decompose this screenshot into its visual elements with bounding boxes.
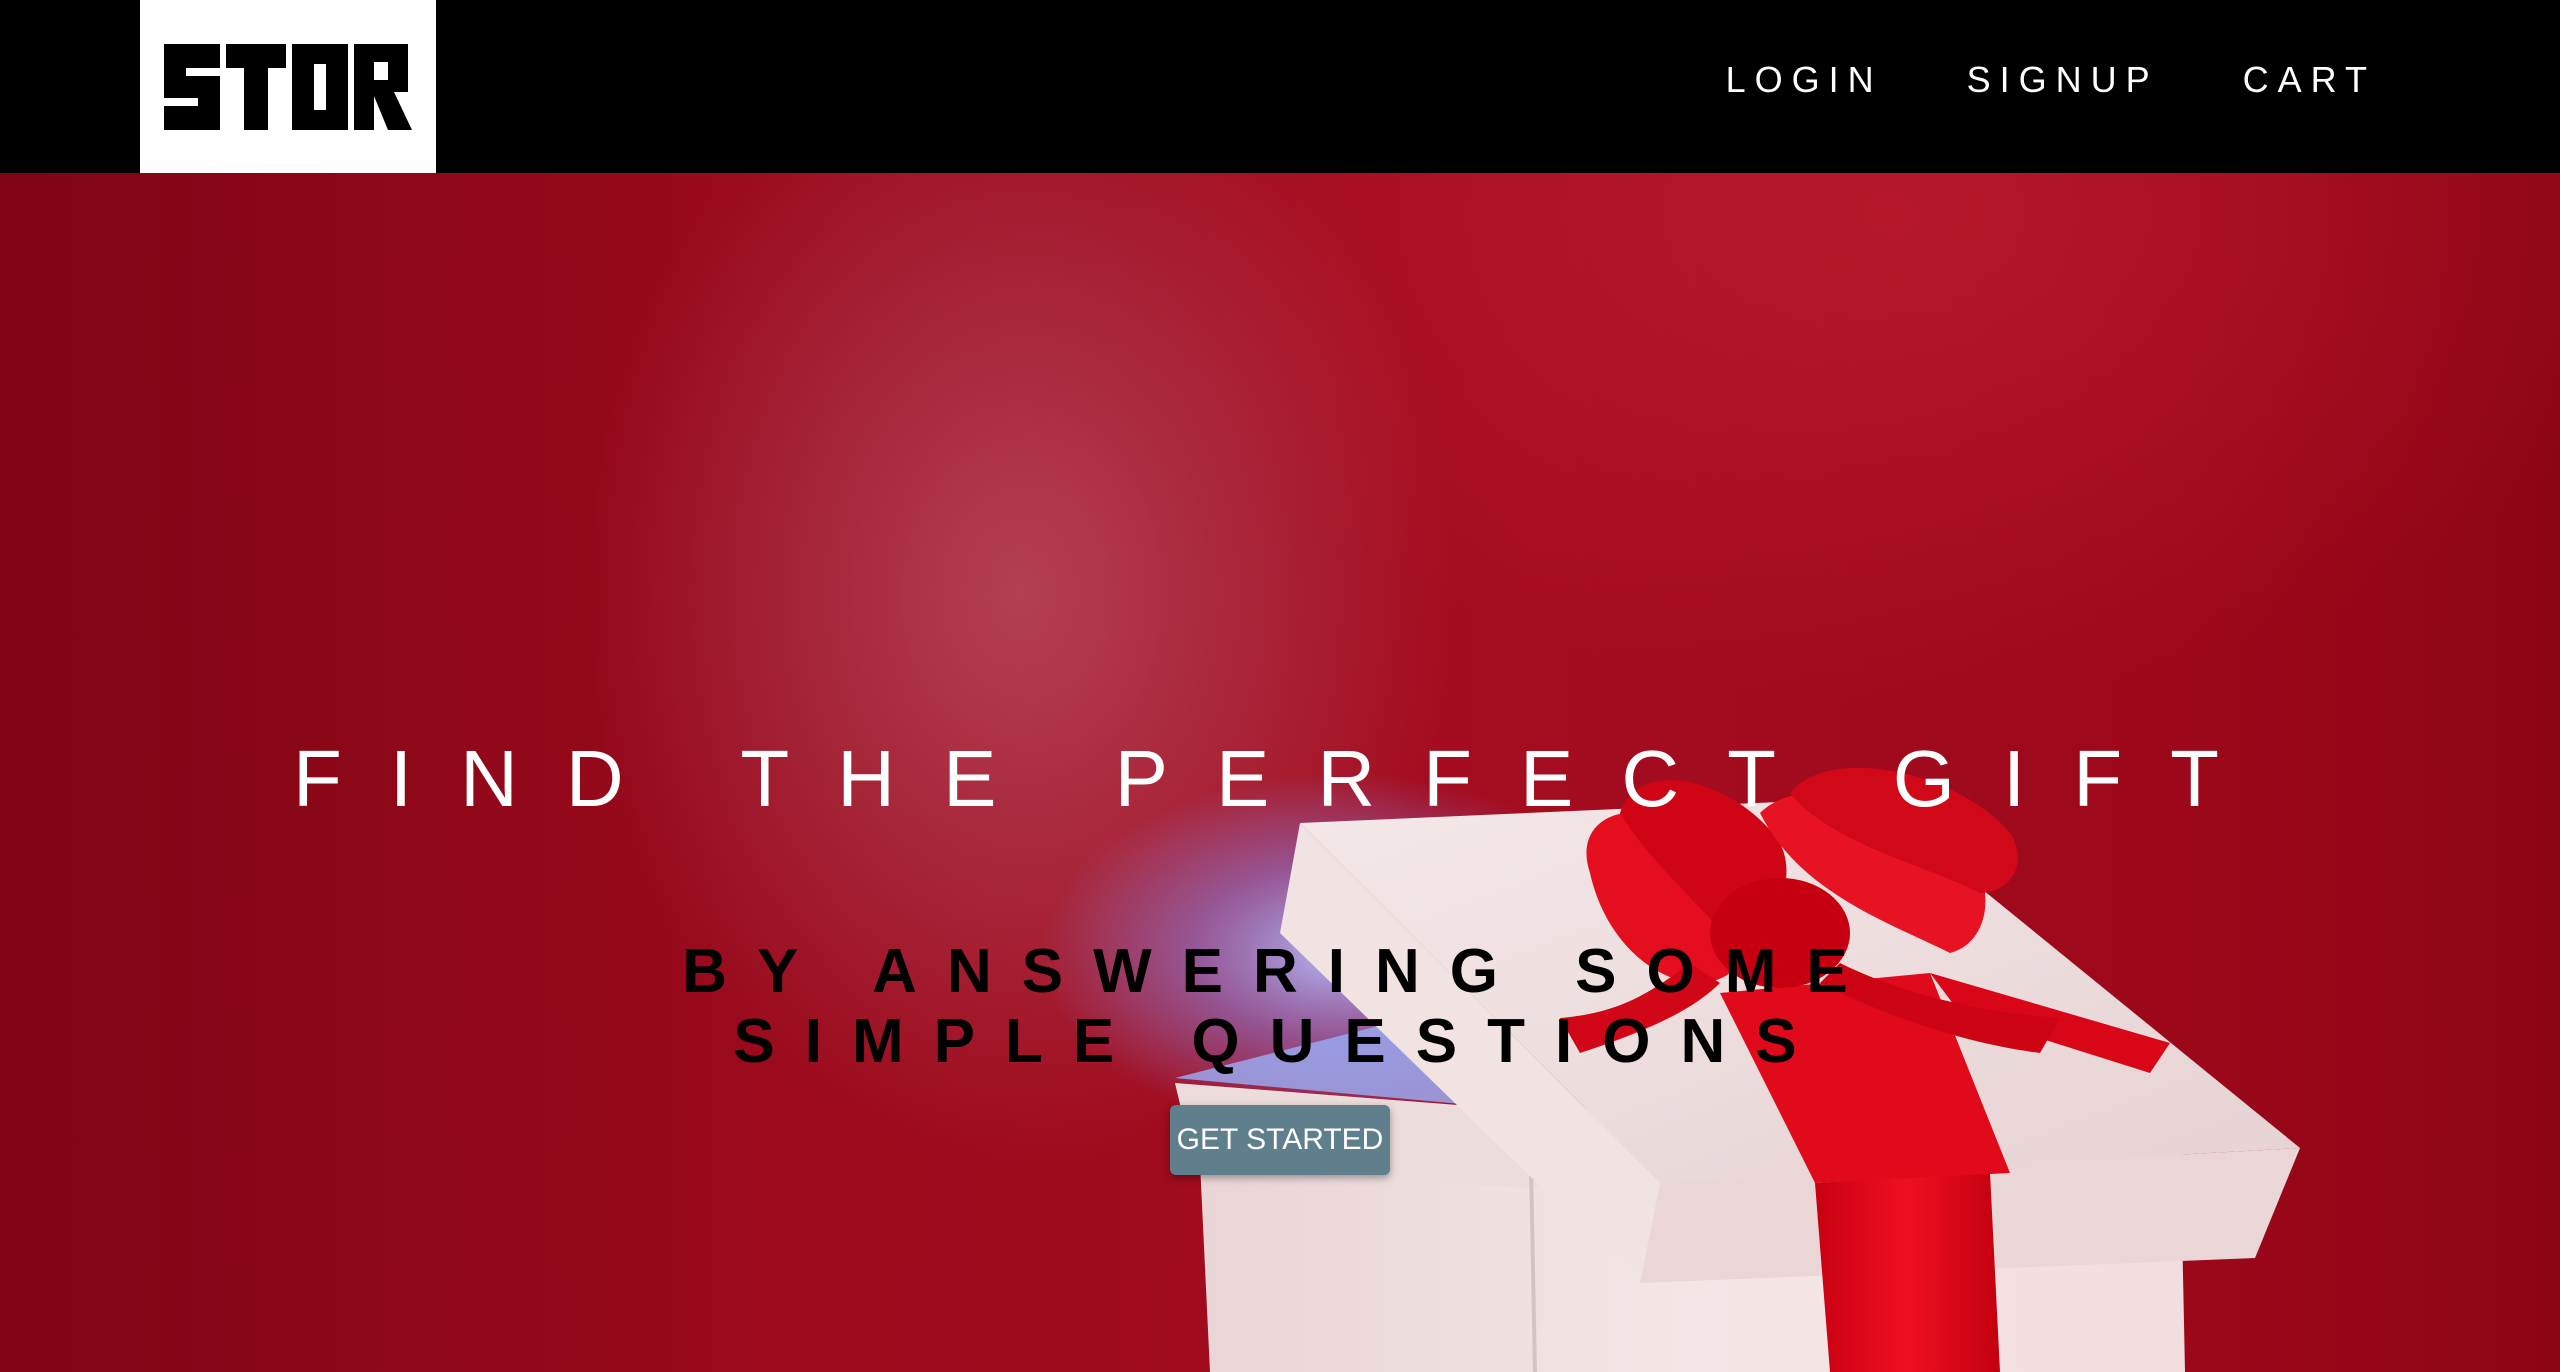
top-navbar: LOGIN SIGNUP CART bbox=[0, 0, 2560, 173]
nav-links: LOGIN SIGNUP CART bbox=[1726, 0, 2376, 160]
hero-section: FIND THE PERFECT GIFT BY ANSWERING SOME … bbox=[0, 173, 2560, 1372]
get-started-button[interactable]: GET STARTED bbox=[1170, 1105, 1390, 1175]
stor-logo-wordmark bbox=[164, 43, 412, 130]
hero-subheadline: BY ANSWERING SOME SIMPLE QUESTIONS bbox=[0, 937, 2560, 1077]
nav-login-link[interactable]: LOGIN bbox=[1726, 59, 1883, 101]
nav-cart-link[interactable]: CART bbox=[2243, 59, 2376, 101]
nav-signup-link[interactable]: SIGNUP bbox=[1967, 59, 2159, 101]
page: LOGIN SIGNUP CART FIND THE PERFECT GIFT … bbox=[0, 0, 2560, 1372]
brand-logo[interactable] bbox=[140, 0, 436, 173]
hero-headline: FIND THE PERFECT GIFT bbox=[293, 734, 2267, 823]
hero-subheadline-line2: SIMPLE QUESTIONS bbox=[733, 1007, 1827, 1076]
hero-subheadline-line1: BY ANSWERING SOME bbox=[682, 937, 1878, 1006]
